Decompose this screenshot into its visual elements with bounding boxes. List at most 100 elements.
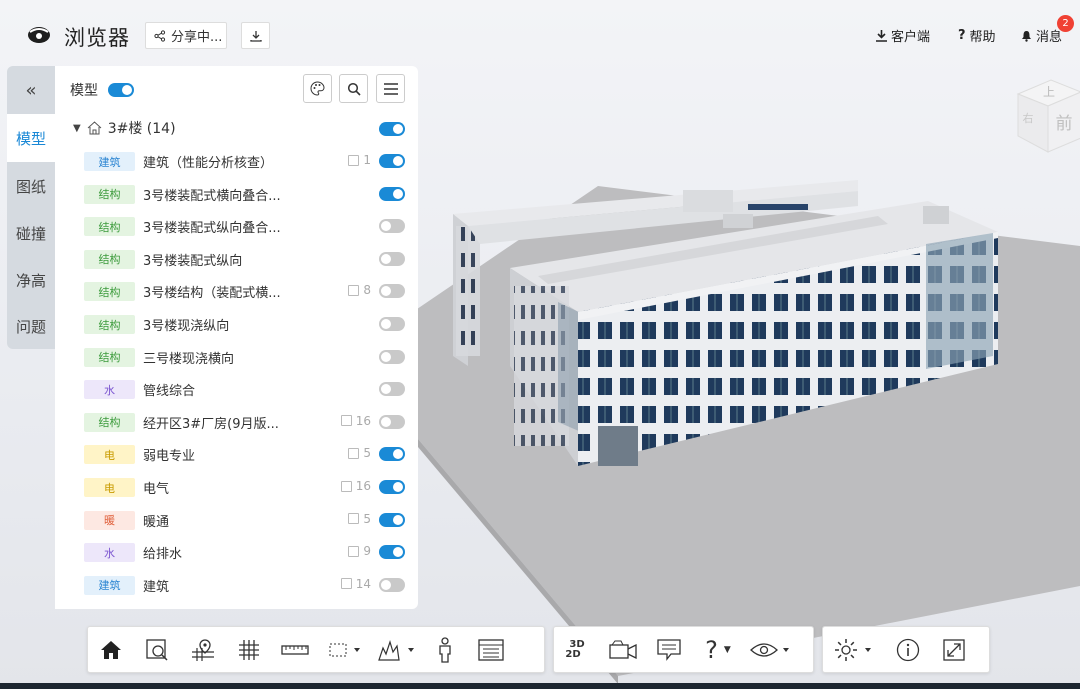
fullscreen-button[interactable] [931, 626, 977, 673]
model-visibility-toggle[interactable] [379, 382, 405, 397]
model-visibility-toggle[interactable] [379, 251, 405, 266]
home-icon [101, 640, 121, 659]
info-button[interactable] [885, 626, 931, 673]
view-cube-front[interactable]: 前 [1056, 114, 1073, 134]
model-name: 弱电专业 [143, 449, 196, 465]
model-visibility-toggle[interactable] [379, 414, 405, 429]
model-name: 三号楼现浇横向 [143, 351, 235, 367]
model-tree-panel: 模型 ▼ 3#楼 (14) 建筑 建筑（性能分析核查） 1 结构 3号楼装配式横向叠合.… [55, 66, 418, 609]
model-list-item[interactable]: 水给排水 9 [55, 536, 418, 569]
tab-model[interactable]: 模型 [7, 114, 55, 162]
top-bar: 浏览器 分享中... 客户端 ? 帮助 消息 2 [0, 0, 1080, 66]
model-list-item[interactable]: 结构 3号楼装配式纵向叠合... [55, 210, 418, 243]
grid-button[interactable] [226, 626, 272, 673]
discipline-tag: 建筑 [84, 152, 135, 171]
zoom-box-icon [146, 638, 168, 661]
tab-drawings[interactable]: 图纸 [7, 162, 55, 210]
share-button[interactable]: 分享中... [145, 22, 227, 49]
gear-icon [835, 638, 871, 661]
model-list-item[interactable]: 结构 三号楼现浇横向 [55, 341, 418, 374]
model-list-item[interactable]: 建筑 建筑 14 [55, 569, 418, 602]
model-list-item[interactable]: 结构 经开区3#厂房(9月版... 16 [55, 406, 418, 439]
settings-button[interactable] [823, 626, 885, 673]
model-name: 暖通 [143, 514, 170, 530]
model-list-item[interactable]: 建筑 建筑（性能分析核查） 1 [55, 145, 418, 178]
help-tools-button[interactable]: ? ▼ [692, 626, 744, 673]
os-taskbar [0, 683, 1080, 689]
properties-button[interactable] [468, 626, 514, 673]
tab-issues[interactable]: 问题 [7, 302, 55, 350]
download-icon [876, 29, 887, 42]
menu-button[interactable] [376, 74, 405, 103]
model-name: 3号楼装配式纵向 [143, 253, 243, 269]
grid-icon [239, 639, 259, 660]
locate-button[interactable] [180, 626, 226, 673]
bell-icon [1022, 30, 1031, 42]
root-toggle[interactable] [379, 122, 405, 136]
app-logo-icon [28, 27, 50, 43]
measure-button[interactable] [272, 626, 318, 673]
tab-clearance[interactable]: 净高 [7, 256, 55, 304]
model-visibility-toggle[interactable] [379, 154, 405, 168]
explode-button[interactable] [370, 626, 422, 673]
client-label: 客户端 [891, 30, 931, 45]
discipline-tag: 电 [84, 478, 135, 497]
share-icon [154, 29, 166, 42]
client-link[interactable]: 客户端 [876, 26, 930, 45]
layers-icon [348, 513, 360, 525]
ruler-icon [281, 644, 309, 655]
model-list-item[interactable]: 结构 3号楼现浇纵向 [55, 308, 418, 341]
main-toolbar [87, 626, 545, 673]
model-visibility-toggle[interactable] [379, 447, 405, 462]
camera-button[interactable] [600, 626, 646, 673]
model-count: 9 [348, 544, 371, 558]
view-cube[interactable]: 上 前 右 [1013, 74, 1080, 156]
model-list-item[interactable]: 结构 3号楼装配式横向叠合... [55, 178, 418, 211]
model-visibility-toggle[interactable] [379, 349, 405, 364]
collapse-panel-button[interactable]: « [7, 66, 55, 114]
model-list-item[interactable]: 水管线综合 [55, 373, 418, 406]
view-2d-label: 2D [565, 648, 581, 660]
section-box-button[interactable] [318, 626, 370, 673]
walk-mode-button[interactable] [422, 626, 468, 673]
model-list-item[interactable]: 电弱电专业 5 [55, 438, 418, 471]
model-visibility-toggle[interactable] [379, 284, 405, 299]
model-visibility-toggle[interactable] [379, 219, 405, 234]
model-list-item[interactable]: 结构 3号楼装配式纵向 [55, 243, 418, 276]
layers-icon [340, 480, 352, 492]
palette-icon [310, 81, 325, 96]
visibility-button[interactable] [744, 626, 796, 673]
list-window-icon [478, 638, 504, 661]
tree-root[interactable]: ▼ 3#楼 (14) [73, 118, 176, 138]
model-visibility-toggle[interactable] [379, 512, 405, 527]
search-button[interactable] [339, 74, 368, 103]
model-count-value: 9 [363, 544, 371, 559]
model-visibility-toggle[interactable] [379, 577, 405, 592]
model-visibility-toggle[interactable] [379, 186, 405, 201]
model-visibility-toggle[interactable] [379, 317, 405, 331]
model-viewport[interactable] [418, 66, 1080, 686]
model-list-item[interactable]: 结构 3号楼结构（装配式横... 8 [55, 275, 418, 308]
model-visibility-toggle[interactable] [379, 480, 405, 494]
model-master-toggle[interactable] [108, 83, 134, 97]
message-count-badge: 2 [1057, 15, 1074, 32]
view-cube-right[interactable]: 右 [1023, 111, 1034, 125]
model-list-item[interactable]: 暖暖通 5 [55, 504, 418, 537]
view-mode-3d-2d-button[interactable]: 3D 2D [554, 626, 600, 673]
palette-button[interactable] [303, 74, 332, 103]
discipline-tag: 建筑 [84, 575, 135, 595]
building-3d-model[interactable] [418, 66, 1080, 686]
model-count-value: 16 [355, 479, 371, 493]
discipline-tag: 结构 [84, 184, 135, 204]
tab-clash[interactable]: 碰撞 [7, 209, 55, 257]
download-button[interactable] [241, 22, 270, 49]
side-tabs: « 模型 图纸 碰撞 净高 问题 [7, 66, 55, 349]
view-cube-top[interactable]: 上 [1043, 85, 1055, 99]
messages-link[interactable]: 消息 [1021, 26, 1062, 45]
home-button[interactable] [88, 626, 134, 673]
model-list-item[interactable]: 电电气 16 [55, 471, 418, 504]
model-visibility-toggle[interactable] [379, 545, 405, 560]
zoom-window-button[interactable] [134, 626, 180, 673]
help-link[interactable]: ? 帮助 [958, 26, 996, 45]
annotation-button[interactable] [646, 626, 692, 673]
